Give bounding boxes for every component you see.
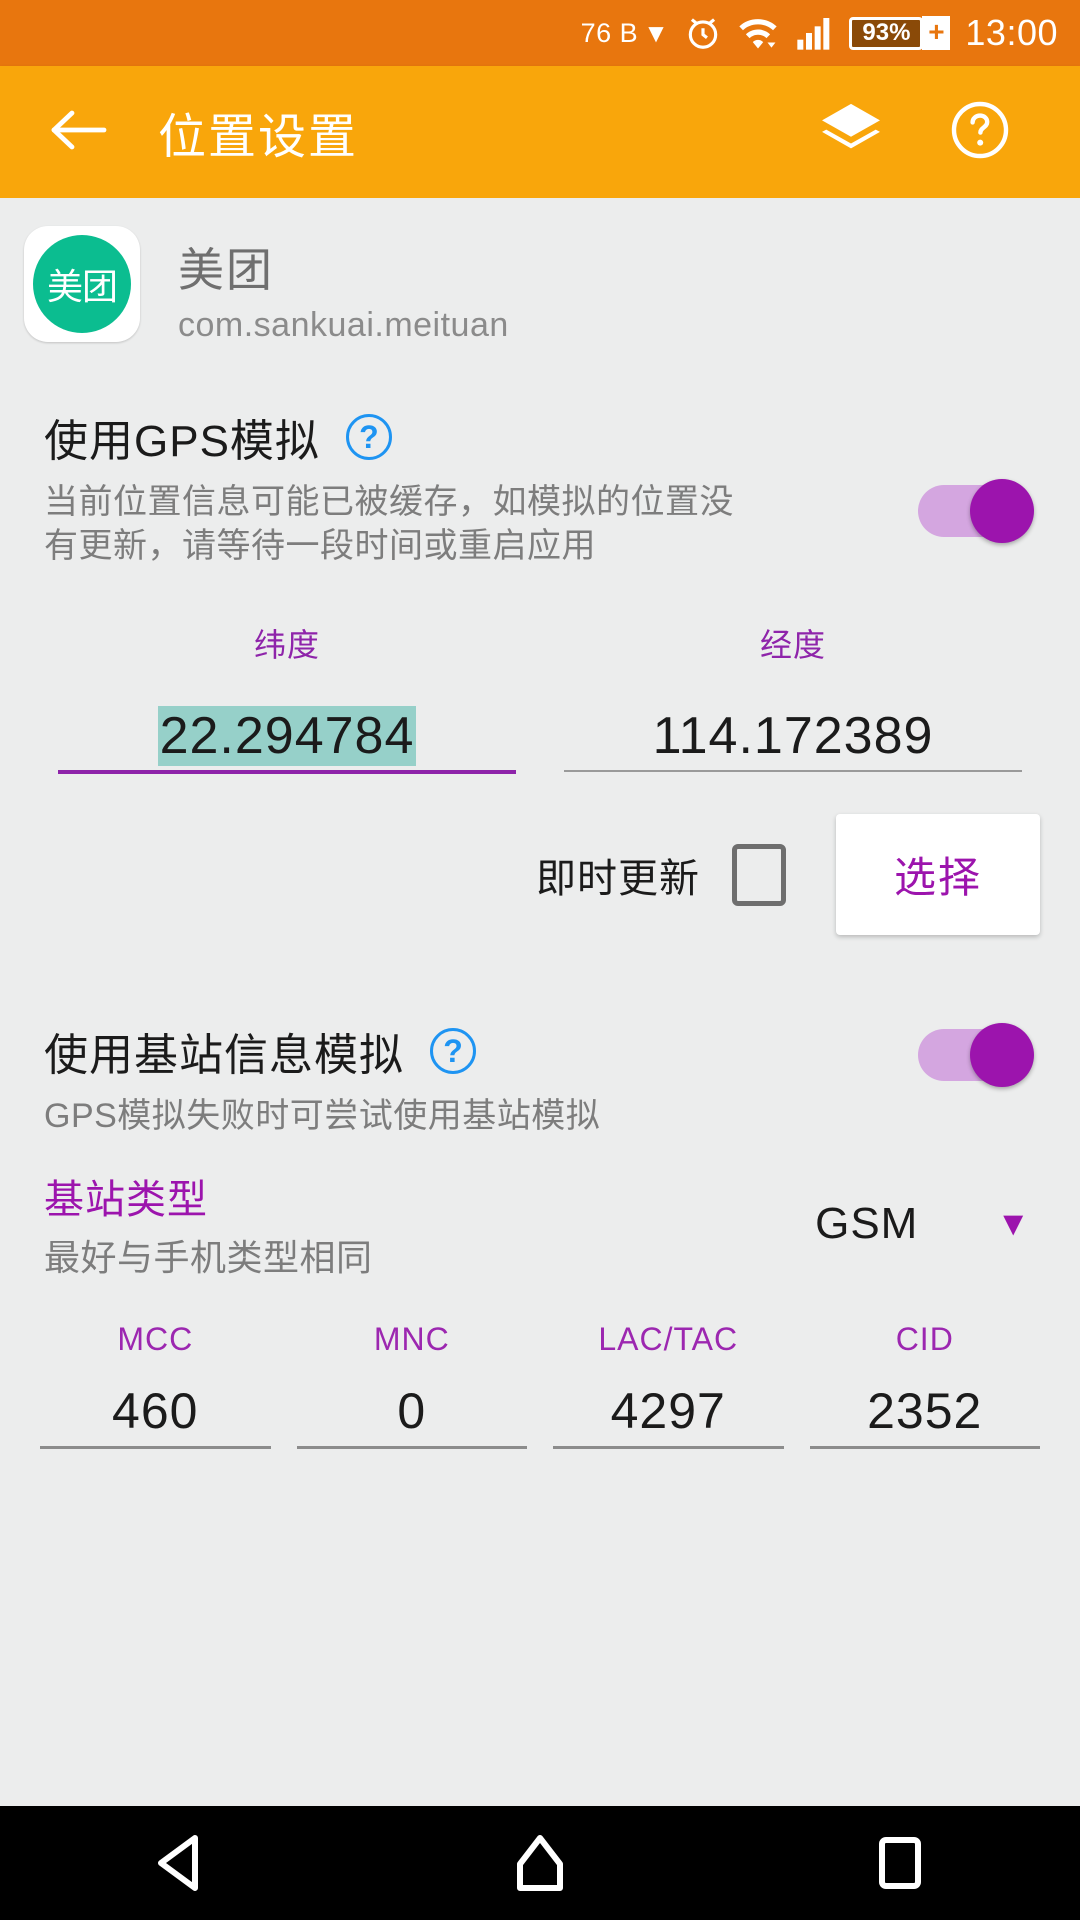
instant-update-checkbox[interactable] bbox=[731, 843, 786, 906]
base-station-type-subtitle: 最好与手机类型相同 bbox=[44, 1236, 373, 1278]
app-package-name: com.sankuai.meituan bbox=[178, 306, 509, 344]
network-speed-indicator: 76 B ▼ bbox=[581, 18, 670, 49]
chevron-down-icon[interactable]: ▼ bbox=[996, 1207, 1030, 1241]
cell-section-title: 使用基站信息模拟 bbox=[44, 1031, 404, 1081]
mcc-underline bbox=[40, 1445, 271, 1449]
latitude-input[interactable]: 22.294784 bbox=[58, 692, 516, 767]
latitude-value: 22.294784 bbox=[157, 706, 417, 767]
cell-toggle-thumb bbox=[970, 1023, 1034, 1088]
app-name: 美团 bbox=[178, 244, 274, 296]
base-station-type-title: 基站类型 bbox=[44, 1177, 208, 1222]
cid-underline bbox=[809, 1445, 1040, 1449]
longitude-field-group: 经度 114.172389 bbox=[564, 620, 1022, 774]
gps-section-title: 使用GPS模拟 bbox=[44, 417, 320, 466]
cid-field-group: CID 2352 bbox=[809, 1320, 1040, 1449]
system-navigation-bar bbox=[0, 1806, 1080, 1920]
page-title: 位置设置 bbox=[158, 111, 359, 164]
longitude-value: 114.172389 bbox=[652, 707, 934, 766]
nav-home-icon[interactable] bbox=[480, 1806, 600, 1920]
app-identity-row: 美团 美团 com.sankuai.meituan bbox=[0, 198, 1080, 345]
back-arrow-icon[interactable] bbox=[48, 107, 108, 158]
gps-section-description: 当前位置信息可能已被缓存，如模拟的位置没有更新，请等待一段时间或重启应用 bbox=[44, 483, 734, 565]
base-station-type-row: 基站类型 最好与手机类型相同 GSM ▼ bbox=[0, 1167, 1080, 1281]
latitude-field-group: 纬度 22.294784 bbox=[58, 620, 516, 775]
cell-simulation-section: 使用基站信息模拟 ? GPS模拟失败时可尝试使用基站模拟 基站类型 最好与手机类… bbox=[0, 1019, 1080, 1449]
signal-icon bbox=[794, 14, 834, 52]
latitude-underline bbox=[58, 770, 516, 775]
gps-simulation-section: 使用GPS模拟 ? 当前位置信息可能已被缓存，如模拟的位置没有更新，请等待一段时… bbox=[0, 405, 1080, 936]
mcc-label: MCC bbox=[117, 1320, 194, 1357]
settings-content: 美团 美团 com.sankuai.meituan 使用GPS模拟 ? 当前位置… bbox=[0, 198, 1080, 1806]
nav-recents-icon[interactable] bbox=[840, 1806, 960, 1920]
instant-update-label: 即时更新 bbox=[535, 856, 700, 901]
select-location-button[interactable]: 选择 bbox=[835, 814, 1040, 936]
clock-time: 13:00 bbox=[965, 12, 1058, 53]
cid-value[interactable]: 2352 bbox=[867, 1382, 982, 1440]
battery-icon: 93% + bbox=[849, 16, 951, 50]
cell-id-fields: MCC 460 MNC 0 LAC/TAC 4297 CID 2352 bbox=[0, 1321, 1080, 1449]
mnc-label: MNC bbox=[373, 1320, 450, 1357]
mcc-value[interactable]: 460 bbox=[112, 1382, 198, 1440]
select-location-button-label: 选择 bbox=[893, 854, 982, 902]
base-station-type-value: GSM bbox=[815, 1198, 919, 1248]
mcc-field-group: MCC 460 bbox=[40, 1321, 271, 1449]
lac-tac-label: LAC/TAC bbox=[598, 1320, 739, 1357]
lac-tac-value[interactable]: 4297 bbox=[611, 1382, 726, 1440]
base-station-type-select[interactable]: GSM ▼ bbox=[815, 1199, 1036, 1249]
cell-toggle-switch[interactable] bbox=[918, 1023, 1038, 1088]
gps-title-row: 使用GPS模拟 ? bbox=[0, 405, 1080, 469]
layers-icon[interactable] bbox=[820, 102, 882, 163]
longitude-underline bbox=[564, 770, 1022, 773]
lac-tac-field-group: LAC/TAC 4297 bbox=[553, 1321, 784, 1449]
lac-tac-underline bbox=[553, 1445, 784, 1449]
gps-toggle-switch[interactable] bbox=[918, 479, 1038, 543]
help-circle-icon[interactable] bbox=[950, 100, 1010, 165]
app-icon: 美团 bbox=[24, 226, 140, 342]
latitude-label: 纬度 bbox=[253, 627, 320, 664]
status-bar: 76 B ▼ 93% + 13:00 bbox=[0, 0, 1080, 66]
app-bar-actions bbox=[820, 100, 1010, 165]
app-bar: 位置设置 bbox=[0, 66, 1080, 198]
wifi-icon bbox=[737, 14, 779, 52]
coordinate-fields: 纬度 22.294784 经度 114.172389 bbox=[0, 620, 1080, 775]
base-station-type-labels: 基站类型 最好与手机类型相同 bbox=[44, 1167, 373, 1281]
cell-section-description: GPS模拟失败时可尝试使用基站模拟 bbox=[44, 1097, 601, 1136]
battery-percent-label: 93% bbox=[849, 16, 924, 50]
download-arrow-icon: ▼ bbox=[643, 18, 670, 48]
mnc-value[interactable]: 0 bbox=[397, 1382, 426, 1440]
mnc-underline bbox=[296, 1445, 527, 1449]
cell-help-icon[interactable]: ? bbox=[430, 1028, 476, 1075]
alarm-clock-icon bbox=[684, 14, 722, 52]
instant-update-row: 即时更新 选择 bbox=[0, 814, 1080, 936]
gps-toggle-thumb bbox=[970, 479, 1034, 543]
app-meta: 美团 com.sankuai.meituan bbox=[178, 226, 509, 345]
longitude-input[interactable]: 114.172389 bbox=[564, 692, 1022, 766]
battery-charging-plus-icon: + bbox=[922, 16, 951, 50]
gps-help-icon[interactable]: ? bbox=[345, 414, 392, 460]
mnc-field-group: MNC 0 bbox=[296, 1320, 527, 1449]
network-speed-value: 76 B bbox=[580, 17, 639, 48]
nav-back-triangle-icon[interactable] bbox=[120, 1806, 240, 1920]
longitude-label: 经度 bbox=[759, 627, 826, 664]
phone-screen: 76 B ▼ 93% + 13:00 位置设置 美团 美团 com.sankua… bbox=[0, 0, 1080, 1920]
cid-label: CID bbox=[895, 1320, 954, 1357]
app-icon-glyph: 美团 bbox=[33, 235, 131, 333]
